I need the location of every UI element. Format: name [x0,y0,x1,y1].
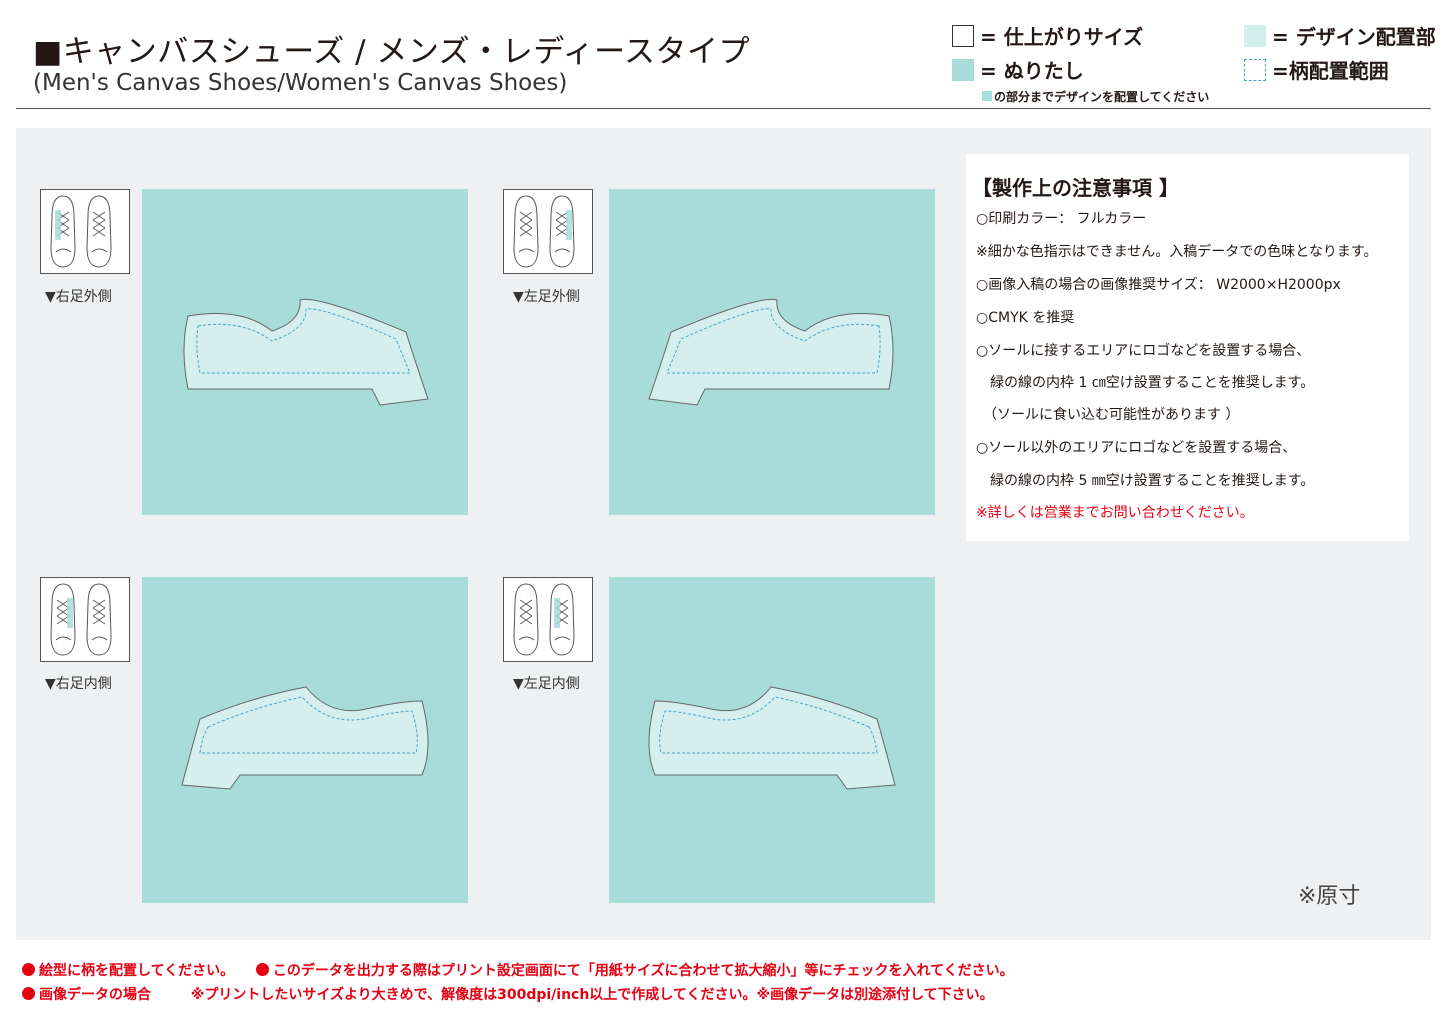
note-line: ○ソールに接するエリアにロゴなどを設置する場合、 [976,343,1311,359]
left-inner-thumbnail [503,577,593,662]
legend-pattern-range-label: =柄配置範囲 [1272,59,1389,83]
shoe-pair-icon [41,190,129,273]
note-line: ○印刷カラー： フルカラー [976,211,1147,227]
footer-image-data-note: ※プリントしたいサイズより大きめで、解像度は300dpi/inch以上で作成して… [190,987,994,1003]
legend-note-text: の部分までデザインを配置してください [994,90,1210,104]
shoe-side-right-outer [183,298,429,406]
panel-right-outer [142,189,468,515]
finish-size-swatch [952,24,974,47]
design-area-swatch [1244,24,1266,47]
shoe-pair-icon [504,578,592,661]
red-dot-icon [22,987,35,1000]
footer-line-2: 画像データの場合 ※プリントしたいサイズより大きめで、解像度は300dpi/in… [22,984,994,1004]
left-outer-thumbnail [503,189,593,274]
footer-image-data-label: 画像データの場合 [39,987,151,1003]
header-divider [16,108,1431,109]
footer-line-1: 絵型に柄を配置してください。 このデータを出力する際はプリント設定画面にて「用紙… [22,960,1014,980]
shoe-side-right-inner [181,686,429,790]
footer-instruction-print: このデータを出力する際はプリント設定画面にて「用紙サイズに合わせて拡大縮小」等に… [272,963,1014,979]
legend-design-area: = デザイン配置部 [1244,21,1436,50]
shoe-side-left-outer [648,298,894,406]
pattern-range-swatch [1244,58,1266,81]
shoe-pair-icon [504,190,592,273]
note-line: 緑の線の内枠 5 ㎜空け設置することを推奨します。 [976,473,1315,489]
page-subtitle: (Men's Canvas Shoes/Women's Canvas Shoes… [33,70,568,96]
footer-instruction-place: 絵型に柄を配置してください。 [39,963,235,979]
panel-label-left-inner: ▼左足内側 [513,676,580,692]
right-outer-thumbnail [40,189,130,274]
panel-label-right-inner: ▼右足内側 [45,676,112,692]
notes-title: 【製作上の注意事項 】 [972,176,1179,200]
red-dot-icon [22,963,35,976]
panel-label-left-outer: ▼左足外側 [513,289,580,305]
red-dot-icon [255,963,269,976]
note-line: 緑の線の内枠 1 ㎝空け設置することを推奨します。 [976,375,1315,391]
panel-left-outer [609,189,935,515]
note-line: ○画像入稿の場合の画像推奨サイズ： W2000×H2000px [976,277,1341,293]
legend-note: の部分までデザインを配置してください [982,88,1209,105]
bleed-swatch [952,58,974,81]
actual-size-note: ※原寸 [1298,884,1361,909]
bleed-mini-swatch [982,91,992,101]
legend-pattern-range: =柄配置範囲 [1244,55,1389,84]
legend-design-area-label: = デザイン配置部 [1272,25,1436,49]
note-line: ※細かな色指示はできません。入稿データでの色味となります。 [976,244,1378,260]
legend-bleed: = ぬりたし [952,55,1084,84]
production-notes: 【製作上の注意事項 】 ○印刷カラー： フルカラー ※細かな色指示はできません。… [966,154,1409,541]
panel-left-inner [609,577,935,903]
page-title: ■キャンバスシューズ / メンズ・レディースタイプ [33,34,751,70]
shoe-side-left-inner [648,686,896,790]
shoe-pair-icon [41,578,129,661]
legend-bleed-label: = ぬりたし [980,59,1084,83]
note-line: ○CMYK を推奨 [976,310,1075,326]
note-line: （ソールに食い込む可能性があります ） [976,407,1240,423]
legend-finish-size: = 仕上がりサイズ [952,21,1143,50]
note-line: ○ソール以外のエリアにロゴなどを設置する場合、 [976,440,1297,456]
legend-finish-size-label: = 仕上がりサイズ [980,25,1144,49]
panel-right-inner [142,577,468,903]
note-contact-line: ※詳しくは営業までお問い合わせください。 [976,505,1254,521]
panel-label-right-outer: ▼右足外側 [45,289,112,305]
right-inner-thumbnail [40,577,130,662]
